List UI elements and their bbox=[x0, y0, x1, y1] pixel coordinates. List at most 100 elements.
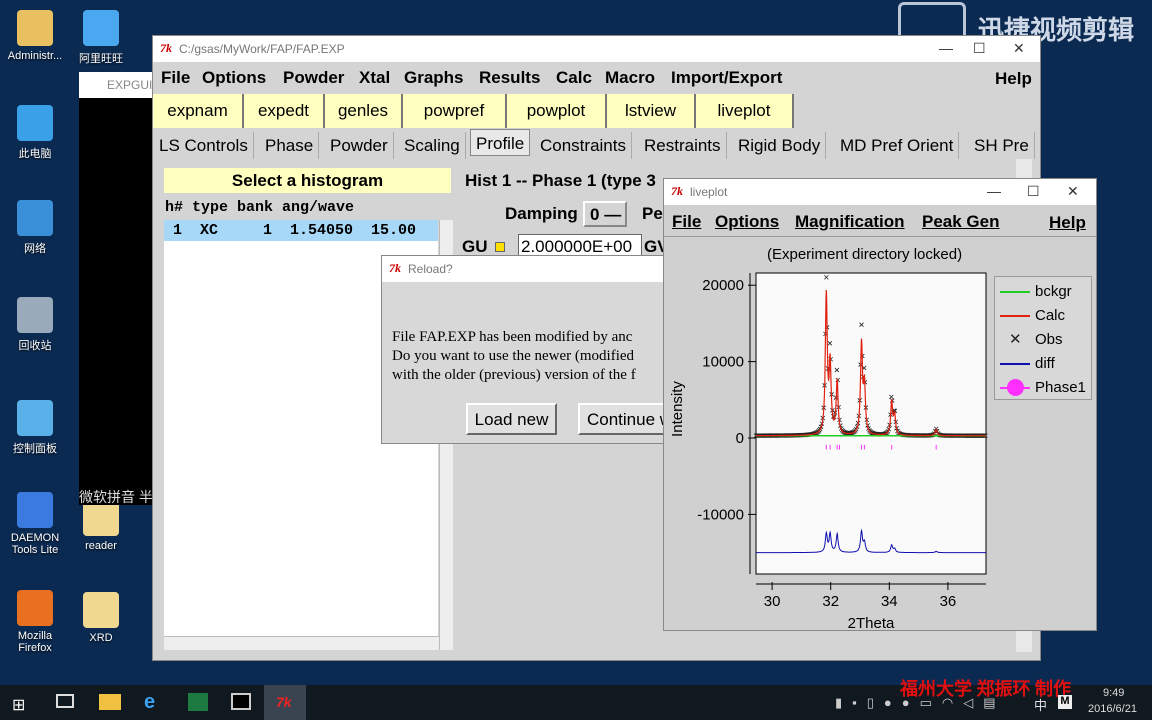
tab-phase[interactable]: Phase bbox=[260, 132, 320, 159]
desktop-icon[interactable]: XRD bbox=[66, 592, 136, 644]
menu-item[interactable]: Options bbox=[202, 68, 266, 88]
window-title: C:/gsas/MyWork/FAP/FAP.EXP bbox=[179, 42, 345, 56]
damping-value: 0 bbox=[590, 205, 600, 224]
expgui-console-window[interactable]: EXPGUI 微软拼音 半 bbox=[79, 72, 159, 505]
menu-bar: File Options Powder Xtal Graphs Results Calc Ma… bbox=[153, 63, 1040, 93]
gu-label: GU bbox=[462, 237, 488, 256]
maximize-button[interactable]: ☐ bbox=[973, 40, 986, 57]
dropdown-icon: — bbox=[604, 205, 622, 224]
legend-entry: bckgr bbox=[995, 281, 1091, 303]
desktop-icon[interactable]: 回收站 bbox=[0, 297, 70, 353]
desktop-icon[interactable]: DAEMON Tools Lite bbox=[0, 492, 70, 556]
dialog-message: File FAP.EXP has been modified by anc Do… bbox=[392, 328, 636, 385]
desktop-icon-image bbox=[83, 10, 119, 46]
menu-item[interactable]: File bbox=[161, 68, 190, 88]
desktop-icon[interactable]: Mozilla Firefox bbox=[0, 590, 70, 654]
console-taskbar-icon[interactable] bbox=[231, 693, 251, 710]
tab-sh-pre[interactable]: SH Pre bbox=[969, 132, 1035, 159]
minimize-button[interactable]: — bbox=[987, 183, 1001, 199]
menu-item[interactable]: Results bbox=[479, 68, 540, 88]
maximize-button[interactable]: ☐ bbox=[1027, 183, 1040, 200]
start-button[interactable]: ⊞ bbox=[12, 695, 25, 715]
toolbar-button-expedt[interactable]: expedt bbox=[244, 94, 325, 128]
tab-scaling[interactable]: Scaling bbox=[399, 132, 466, 159]
menu-item[interactable]: Graphs bbox=[404, 68, 464, 88]
desktop-icon[interactable]: 此电脑 bbox=[0, 105, 70, 161]
y-tick-label: -10000 bbox=[697, 506, 744, 523]
desktop-icon-image bbox=[83, 592, 119, 628]
tab-md-pref-orient[interactable]: MD Pref Orient bbox=[835, 132, 960, 159]
message-line: with the older (previous) version of the… bbox=[392, 367, 636, 383]
clock-date[interactable]: 2016/6/21 bbox=[1088, 703, 1137, 715]
file-explorer-icon[interactable] bbox=[99, 694, 121, 710]
menu-item[interactable]: Powder bbox=[283, 68, 344, 88]
desktop-icon-label: DAEMON Tools Lite bbox=[10, 532, 60, 556]
plot-area bbox=[755, 272, 987, 575]
histogram-columns: h# type bank ang/wave bbox=[165, 199, 355, 216]
menu-item[interactable]: Calc bbox=[556, 68, 592, 88]
liveplot-menu-bar: File Options Magnification Peak Gen bbox=[664, 207, 1096, 237]
tk-icon: 7k bbox=[671, 184, 683, 198]
toolbar-button-liveplot[interactable]: liveplot bbox=[696, 94, 794, 128]
desktop-icon-label: 网络 bbox=[24, 243, 46, 255]
toolbar-button-powplot[interactable]: powplot bbox=[507, 94, 607, 128]
desktop-icon-image bbox=[17, 400, 53, 436]
tab-powder[interactable]: Powder bbox=[325, 132, 394, 159]
toolbar-button-genles[interactable]: genles bbox=[325, 94, 403, 128]
plot-status: (Experiment directory locked) bbox=[767, 246, 963, 263]
tray-icons[interactable]: ▮▪▯●●▭◠◁▤ bbox=[835, 695, 1006, 711]
desktop-icon-label: Mozilla Firefox bbox=[17, 630, 53, 654]
gu-refine-checkbox[interactable] bbox=[495, 242, 505, 252]
load-new-button[interactable]: Load new bbox=[466, 403, 557, 435]
legend-label: bckgr bbox=[1035, 283, 1072, 300]
tab-restraints[interactable]: Restraints bbox=[639, 132, 727, 159]
legend-swatch bbox=[1000, 315, 1030, 317]
tk-taskbar-icon[interactable]: 7k bbox=[264, 685, 306, 720]
task-view-icon[interactable] bbox=[56, 694, 74, 708]
tab-ls-controls[interactable]: LS Controls bbox=[154, 132, 254, 159]
desktop-icon[interactable]: Administr... bbox=[0, 10, 70, 62]
liveplot-menu-item[interactable]: Peak Gen bbox=[922, 212, 1000, 232]
desktop-icon-label: Administr... bbox=[7, 50, 63, 62]
tab-constraints[interactable]: Constraints bbox=[535, 132, 632, 159]
menu-help[interactable]: Help bbox=[995, 69, 1032, 89]
toolbar-button-expnam[interactable]: expnam bbox=[153, 94, 244, 128]
liveplot-menu-item[interactable]: Options bbox=[715, 212, 779, 232]
liveplot-menu-item[interactable]: File bbox=[672, 212, 701, 232]
x-axis-label: 2Theta bbox=[848, 615, 895, 629]
desktop-icon[interactable]: 网络 bbox=[0, 200, 70, 256]
excel-icon[interactable] bbox=[188, 693, 208, 711]
damping-select[interactable]: 0 — bbox=[583, 201, 627, 227]
histogram-hscrollbar[interactable] bbox=[164, 636, 439, 650]
menu-item[interactable]: Macro bbox=[605, 68, 655, 88]
menu-item[interactable]: Xtal bbox=[359, 68, 390, 88]
desktop-icon[interactable]: 阿里旺旺 bbox=[66, 10, 136, 66]
close-button[interactable]: ✕ bbox=[1013, 40, 1025, 57]
y-tick-label: 0 bbox=[736, 430, 744, 447]
reload-dialog: 7k Reload? File FAP.EXP has been modified… bbox=[381, 255, 678, 444]
menu-item[interactable]: Import/Export bbox=[671, 68, 782, 88]
toolbar-button-lstview[interactable]: lstview bbox=[607, 94, 696, 128]
edge-icon[interactable]: e bbox=[144, 691, 155, 714]
x-tick-label: 36 bbox=[940, 593, 957, 610]
message-line: File FAP.EXP has been modified by anc bbox=[392, 329, 633, 345]
legend-label: Obs bbox=[1035, 331, 1063, 348]
toolbar-button-powpref[interactable]: powpref bbox=[403, 94, 507, 128]
close-button[interactable]: ✕ bbox=[1067, 183, 1079, 200]
tab-profile[interactable]: Profile bbox=[470, 129, 531, 156]
ime-indicator[interactable]: 中 bbox=[1034, 695, 1047, 714]
histogram-row[interactable]: 1 XC 1 1.54050 15.00 bbox=[164, 220, 438, 241]
legend-swatch bbox=[1000, 363, 1030, 365]
tab-rigid-body[interactable]: Rigid Body bbox=[733, 132, 827, 159]
profile-title: Hist 1 -- Phase 1 (type 3 bbox=[465, 171, 656, 190]
desktop-icon-label: reader bbox=[85, 540, 117, 552]
m-icon[interactable]: M bbox=[1058, 695, 1072, 709]
minimize-button[interactable]: — bbox=[939, 40, 953, 56]
clock-time[interactable]: 9:49 bbox=[1103, 687, 1124, 699]
desktop-icon[interactable]: reader bbox=[66, 500, 136, 552]
liveplot-menu-item[interactable]: Magnification bbox=[795, 212, 905, 232]
desktop-icon[interactable]: 控制面板 bbox=[0, 400, 70, 456]
desktop-icon-image bbox=[17, 10, 53, 46]
ime-status: 微软拼音 半 bbox=[79, 489, 153, 505]
liveplot-menu-help[interactable]: Help bbox=[1049, 213, 1086, 233]
